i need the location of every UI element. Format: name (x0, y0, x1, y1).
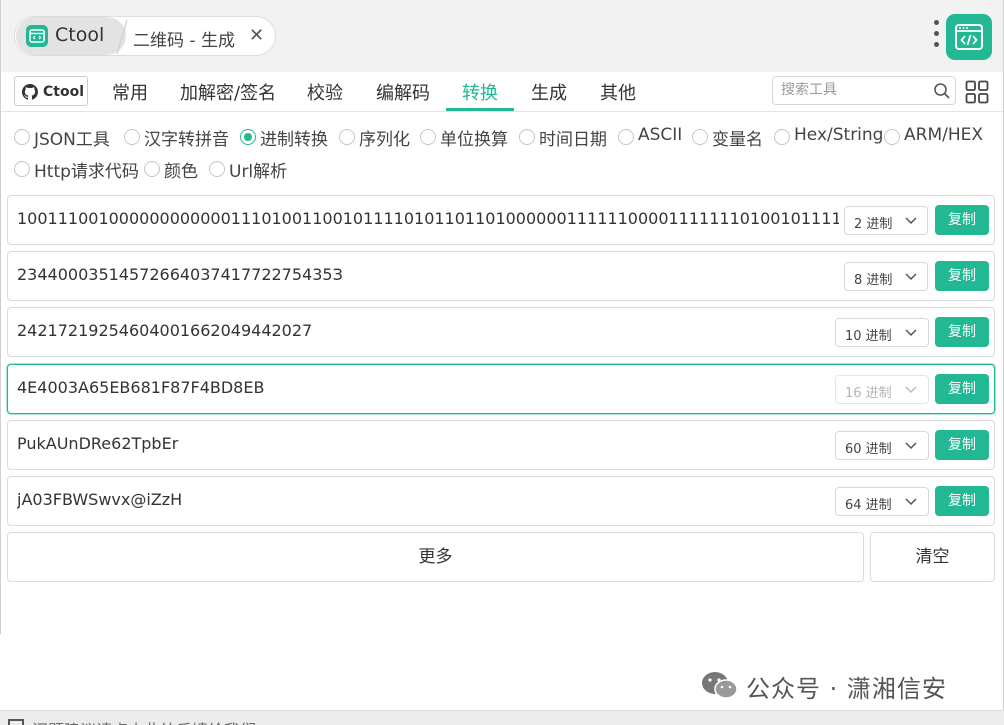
category-nav: Ctool 常用 加解密/签名 校验 编解码 转换 生成 其他 (0, 72, 1004, 112)
window-border-left (0, 0, 1, 634)
chevron-down-icon (905, 442, 917, 450)
chevron-down-icon (905, 498, 917, 506)
close-tab-icon[interactable]: ✕ (249, 27, 264, 45)
value-input[interactable]: 2344000351457266403741772275435З (17, 265, 847, 284)
breadcrumb-separator (116, 19, 128, 55)
radio-icon (618, 129, 634, 145)
copy-button[interactable]: 复制 (935, 486, 989, 516)
tab-encrypt-sign[interactable]: 加解密/签名 (180, 79, 276, 105)
radio-icon (519, 129, 535, 145)
value-input[interactable]: jA03FBWSwvx@iZzH (17, 490, 847, 509)
github-label: Ctool (43, 84, 85, 100)
more-menu-icon[interactable] (933, 20, 941, 54)
watermark-text: 公众号 · 潇湘信安 (746, 675, 947, 703)
copy-button[interactable]: 复制 (935, 261, 989, 291)
copy-button[interactable]: 复制 (935, 317, 989, 347)
base-select[interactable]: 16 进制 (835, 375, 929, 404)
status-bar: 问题建议请点击此处反馈给我们 (0, 710, 1004, 725)
copy-button[interactable]: 复制 (935, 430, 989, 460)
value-input[interactable]: 24217219254604001662049442027 (17, 321, 847, 340)
chevron-down-icon (905, 273, 917, 281)
feedback-link[interactable]: 问题建议请点击此处反馈给我们 (32, 717, 256, 725)
search-box[interactable] (772, 76, 956, 105)
radio-checked-icon (240, 129, 256, 145)
search-input[interactable] (781, 82, 931, 98)
current-tool-tab[interactable]: 二维码 - 生成 (133, 26, 235, 51)
active-tab-indicator (446, 108, 514, 111)
grid-icon[interactable] (965, 80, 989, 104)
value-row-base-10: 24217219254604001662049442027 10 进制 复制 (7, 307, 995, 357)
chevron-down-icon (905, 386, 917, 394)
ctool-logo-icon (26, 25, 48, 47)
radio-icon (209, 161, 225, 177)
value-input[interactable]: PukAUnDRe62TpbEr (17, 434, 847, 453)
github-button[interactable]: Ctool (14, 76, 88, 106)
value-row-base-2: 1001110010000000000001110100110010111101… (7, 195, 995, 245)
value-row-base-8: 2344000351457266403741772275435З 8 进制 复制 (7, 251, 995, 301)
copy-button[interactable]: 复制 (935, 374, 989, 404)
chevron-down-icon (905, 329, 917, 337)
tab-encode-decode[interactable]: 编解码 (376, 79, 430, 105)
radio-icon (144, 161, 160, 177)
value-row-base-64: jA03FBWSwvx@iZzH 64 进制 复制 (7, 476, 995, 526)
radio-icon (692, 129, 708, 145)
radio-icon (14, 161, 30, 177)
copy-button[interactable]: 复制 (935, 205, 989, 235)
wechat-icon (702, 672, 738, 699)
radio-icon (884, 129, 900, 145)
base-select[interactable]: 10 进制 (835, 318, 929, 347)
radio-icon (339, 129, 355, 145)
base-select[interactable]: 8 进制 (844, 262, 928, 291)
radio-icon (420, 129, 436, 145)
tab-generate[interactable]: 生成 (531, 79, 567, 105)
tab-common[interactable]: 常用 (112, 79, 148, 105)
radio-icon (774, 129, 790, 145)
value-input[interactable]: 1001110010000000000001110100110010111101… (17, 209, 839, 228)
clear-button[interactable]: 清空 (870, 532, 995, 582)
tab-convert[interactable]: 转换 (462, 79, 498, 105)
app-name[interactable]: Ctool (55, 24, 104, 46)
feedback-icon (8, 719, 24, 725)
value-row-base-60: PukAUnDRe62TpbEr 60 进制 复制 (7, 420, 995, 470)
radio-icon (124, 129, 140, 145)
value-input[interactable]: 4E4003A65EB681F87F4BD8EB (17, 378, 847, 397)
base-select[interactable]: 60 进制 (835, 431, 929, 460)
chevron-down-icon (905, 217, 917, 225)
tab-other[interactable]: 其他 (600, 79, 636, 105)
code-window-icon[interactable] (946, 14, 992, 60)
radio-icon (14, 129, 30, 145)
search-icon[interactable] (933, 82, 951, 100)
github-icon (22, 84, 38, 100)
base-select[interactable]: 2 进制 (844, 206, 928, 235)
more-button[interactable]: 更多 (7, 532, 864, 582)
tab-verify[interactable]: 校验 (307, 79, 343, 105)
base-select[interactable]: 64 进制 (835, 487, 929, 516)
value-row-base-16: 4E4003A65EB681F87F4BD8EB 16 进制 复制 (7, 364, 995, 414)
